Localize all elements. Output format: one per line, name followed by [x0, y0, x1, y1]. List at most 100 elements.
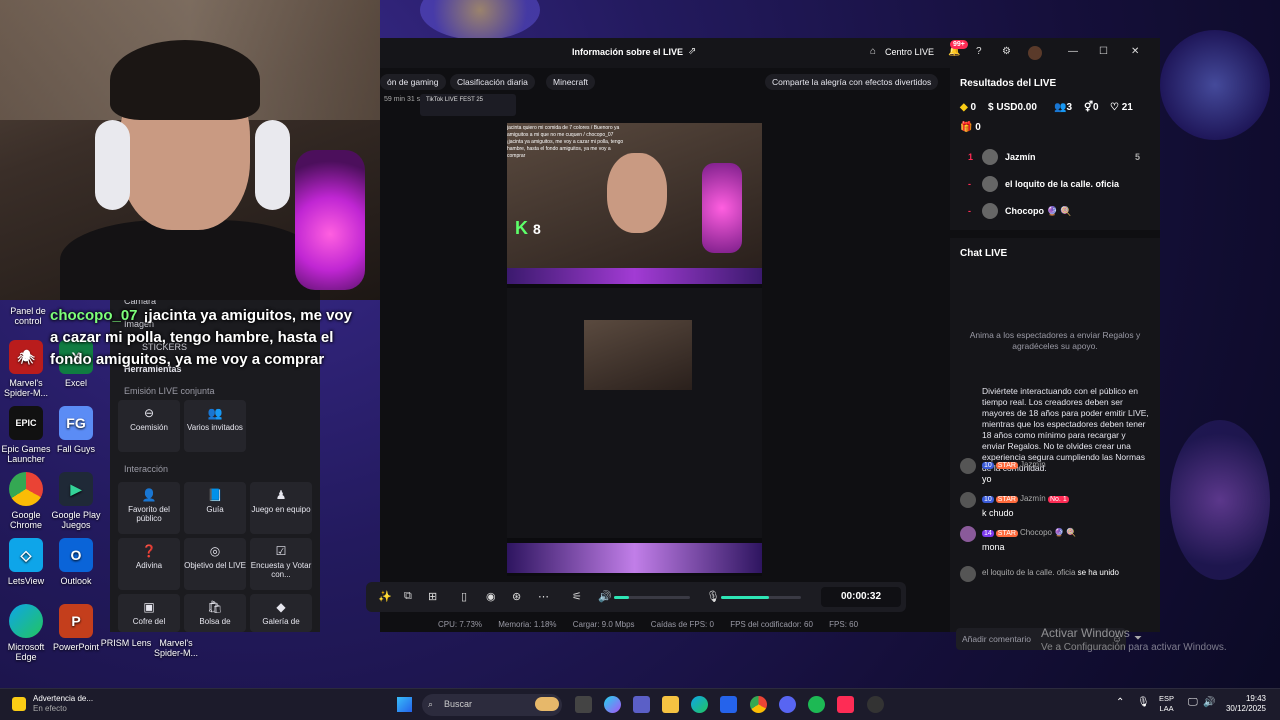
home-icon[interactable]: ⌂	[870, 46, 876, 57]
notification-badge: 99+	[950, 40, 968, 49]
warning-icon[interactable]	[12, 697, 26, 711]
live-timer-small: 59 min 31 s	[384, 96, 421, 103]
store-icon[interactable]	[720, 696, 737, 713]
desktop-icon-fall-guys[interactable]: FG Fall Guys	[50, 406, 102, 454]
mixer-icon[interactable]: ⚟	[572, 590, 582, 603]
more-icon[interactable]: ⋯	[538, 590, 549, 603]
minimize-icon[interactable]: —	[1068, 46, 1078, 57]
guia-button[interactable]: 📘 Guía	[184, 482, 246, 534]
live-fest-banner[interactable]: TikTok LIVE FEST 25	[420, 94, 516, 116]
users-icon: 👥	[207, 406, 223, 420]
teams-icon[interactable]	[633, 696, 650, 713]
desktop-icon-google-play-games[interactable]: ▶ Google Play Juegos	[50, 472, 102, 530]
desktop-icon-chrome[interactable]: Google Chrome	[0, 472, 52, 530]
chat-username[interactable]: Jazmín	[1020, 460, 1046, 469]
ranking-row[interactable]: 1 Jazmín 5	[960, 148, 1150, 168]
clock[interactable]: 19:43 30/12/2025	[1226, 694, 1266, 714]
news-widget-icon[interactable]	[535, 697, 559, 711]
help-icon[interactable]: ?	[976, 46, 982, 57]
desktop-icon-outlook[interactable]: O Outlook	[50, 538, 102, 586]
target-icon: ◎	[209, 544, 221, 558]
chip-minecraft[interactable]: Minecraft	[546, 74, 595, 90]
chip-effects[interactable]: Comparte la alegría con efectos divertid…	[765, 74, 939, 90]
gifts-metric: 🎁 0	[960, 122, 981, 133]
desktop-icon-epic-games[interactable]: EPIC Epic Games Launcher	[0, 406, 52, 464]
favorito-publico-button[interactable]: 👤 Favorito del público	[118, 482, 180, 534]
add-scene-icon[interactable]: ⊞	[428, 590, 437, 603]
speaker-volume-slider[interactable]	[614, 596, 690, 599]
edge-taskbar-icon[interactable]	[691, 696, 708, 713]
spotify-icon[interactable]	[808, 696, 825, 713]
obs-icon[interactable]	[867, 696, 884, 713]
team-icon: ♟	[275, 488, 287, 502]
cofre-button[interactable]: ▣ Cofre del	[118, 594, 180, 632]
language-indicator[interactable]: ESP LAA	[1159, 694, 1174, 714]
maximize-icon[interactable]: ☐	[1099, 46, 1108, 57]
layout-icon[interactable]: ⧉	[404, 590, 412, 603]
copilot-icon[interactable]	[604, 696, 621, 713]
level-badge: 14	[982, 530, 994, 537]
ranking-row[interactable]: - el loquito de la calle. oficia	[960, 175, 1150, 195]
mic-volume-slider[interactable]	[721, 596, 801, 599]
network-icon[interactable]: 🖵	[1188, 697, 1198, 708]
warning-widget[interactable]: Advertencia de... En efecto	[33, 694, 93, 714]
section-divider	[950, 230, 1160, 238]
join-username[interactable]: el loquito de la calle. oficia	[982, 568, 1075, 577]
file-explorer-icon[interactable]	[662, 696, 679, 713]
desktop-icon-prism-lens[interactable]: PRISM Lens	[100, 638, 152, 648]
varios-invitados-button[interactable]: 👥 Varios invitados	[184, 400, 246, 452]
desktop-icon-control-panel[interactable]: Panel de control	[2, 306, 54, 326]
tiktok-live-studio-icon[interactable]	[837, 696, 854, 713]
chat-username[interactable]: Jazmín	[1020, 494, 1046, 503]
chip-gaming[interactable]: ón de gaming	[380, 74, 446, 90]
chat-username[interactable]: Chocopo 🔮 🍭	[1020, 528, 1076, 537]
microphone-icon[interactable]: 🎙	[706, 590, 720, 603]
adivina-button[interactable]: ❓ Adivina	[118, 538, 180, 590]
share-icon[interactable]: ⇗	[688, 46, 696, 57]
galeria-button[interactable]: ◆ Galería de	[250, 594, 312, 632]
centro-live-link[interactable]: Centro LIVE	[885, 47, 934, 57]
avatar	[960, 492, 976, 508]
preview-camera: jacinta quiero mi comida de 7 colores / …	[507, 123, 762, 268]
rank-count: 5	[1134, 152, 1140, 162]
desktop-icon-powerpoint[interactable]: P PowerPoint	[50, 604, 102, 652]
juego-equipo-button[interactable]: ♟ Juego en equipo	[250, 482, 312, 534]
stat-caidas: Caídas de FPS: 0	[650, 620, 714, 629]
preview-mic	[702, 163, 742, 253]
magic-icon[interactable]: ✨	[378, 590, 392, 603]
desktop-icon-edge[interactable]: Microsoft Edge	[0, 604, 52, 662]
mic-tray-icon[interactable]: 🎙	[1137, 697, 1150, 708]
rank-number: 1	[968, 152, 974, 162]
desktop-icon-letsview[interactable]: ◇ LetsView	[0, 538, 52, 586]
record-icon[interactable]: ◉	[486, 590, 496, 603]
close-icon[interactable]: ✕	[1131, 46, 1139, 57]
task-view-icon[interactable]	[575, 696, 592, 713]
ranking-row[interactable]: - Chocopo 🔮 🍭	[960, 202, 1150, 222]
avatar[interactable]	[1028, 46, 1042, 60]
stream-preview[interactable]: jacinta quiero mi comida de 7 colores / …	[507, 123, 762, 576]
chat-title: Chat LIVE	[960, 248, 1008, 259]
diamonds-metric: ◆ 0	[960, 102, 977, 113]
search-icon: ⌕	[428, 699, 434, 709]
camera-switch-icon[interactable]: ⊛	[512, 590, 521, 603]
edge-icon	[9, 604, 43, 638]
heart-icon: ♡	[1110, 102, 1119, 113]
bolsa-button[interactable]: 🛍 Bolsa de	[184, 594, 246, 632]
discord-icon[interactable]	[779, 696, 796, 713]
phone-icon[interactable]: ▯	[461, 590, 467, 603]
follower-icon: ⚥	[1084, 102, 1094, 113]
desktop-icon-spiderman[interactable]: 🕷 Marvel's Spider-M...	[0, 340, 52, 398]
coemision-button[interactable]: ⊖ Coemisión	[118, 400, 180, 452]
encuesta-button[interactable]: ☑ Encuesta y Votar con...	[250, 538, 312, 590]
speaker-icon[interactable]: 🔊	[598, 590, 612, 603]
chevron-up-icon[interactable]: ⌃	[1116, 697, 1124, 708]
desktop-icon-spiderman-2[interactable]: Marvel's Spider-M...	[150, 638, 202, 658]
chrome-taskbar-icon[interactable]	[750, 696, 767, 713]
volume-tray-icon[interactable]: 🔊	[1203, 697, 1215, 708]
question-icon: ❓	[141, 544, 157, 558]
chip-clasificacion[interactable]: Clasificación diaria	[450, 74, 535, 90]
windows-start-icon[interactable]	[397, 697, 412, 712]
gear-icon[interactable]: ⚙	[1002, 46, 1011, 57]
taskbar: Advertencia de... En efecto ⌕ Buscar ⌃ 🎙 …	[0, 688, 1280, 720]
objetivo-live-button[interactable]: ◎ Objetivo del LIVE	[184, 538, 246, 590]
